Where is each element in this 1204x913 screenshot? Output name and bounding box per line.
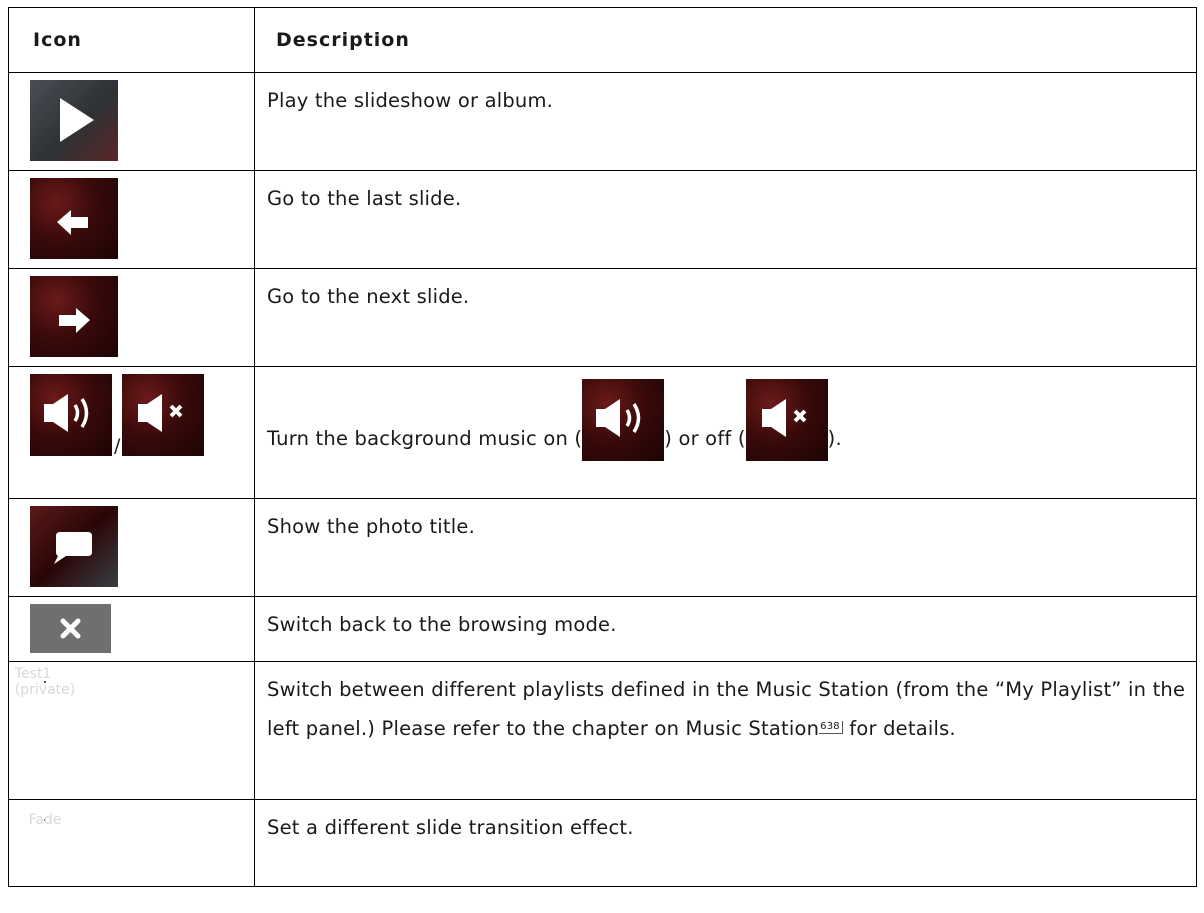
speaker-on-icon: [30, 374, 112, 456]
separator-slash: /: [114, 435, 121, 457]
row-description: Show the photo title.: [254, 498, 1197, 597]
table-row: Fade Set a different slide transition ef…: [8, 799, 1197, 887]
row-description: Play the slideshow or album.: [254, 72, 1197, 171]
speaker-mute-icon: [122, 374, 205, 456]
table-row: Show the photo title.: [8, 498, 1197, 597]
table-header-row: Icon Description: [8, 7, 1197, 73]
table-row: Play the slideshow or album.: [8, 72, 1197, 171]
table-row: Go to the next slide.: [8, 268, 1197, 367]
row-description: Switch between different playlists defin…: [254, 661, 1197, 800]
description-column-header: Description: [254, 7, 1197, 73]
arrow-right-icon: [30, 276, 118, 357]
close-icon: [30, 604, 111, 653]
speaker-on-icon: [582, 379, 665, 461]
table-row: Go to the last slide.: [8, 170, 1197, 269]
row-description: Set a different slide transition effect.: [254, 799, 1197, 887]
row-description: Go to the last slide.: [254, 170, 1197, 269]
play-icon: [30, 80, 118, 161]
table-row: Test1 (private) Switch between different…: [8, 661, 1197, 800]
row-description: Switch back to the browsing mode.: [254, 596, 1197, 662]
table-row: Switch back to the browsing mode.: [8, 596, 1197, 662]
speech-bubble-icon: [30, 506, 118, 587]
table-row: / Turn the background music on ( ) or of…: [8, 366, 1197, 499]
icon-column-header: Icon: [8, 7, 255, 73]
row-description: Go to the next slide.: [254, 268, 1197, 367]
row-description: Turn the background music on ( ) or off …: [254, 366, 1197, 499]
speaker-mute-icon: [745, 379, 828, 461]
arrow-left-icon: [30, 178, 118, 259]
icon-description-table: Icon Description Play the slideshow or a…: [8, 7, 1197, 887]
page-reference-link[interactable]: 638: [819, 721, 843, 734]
